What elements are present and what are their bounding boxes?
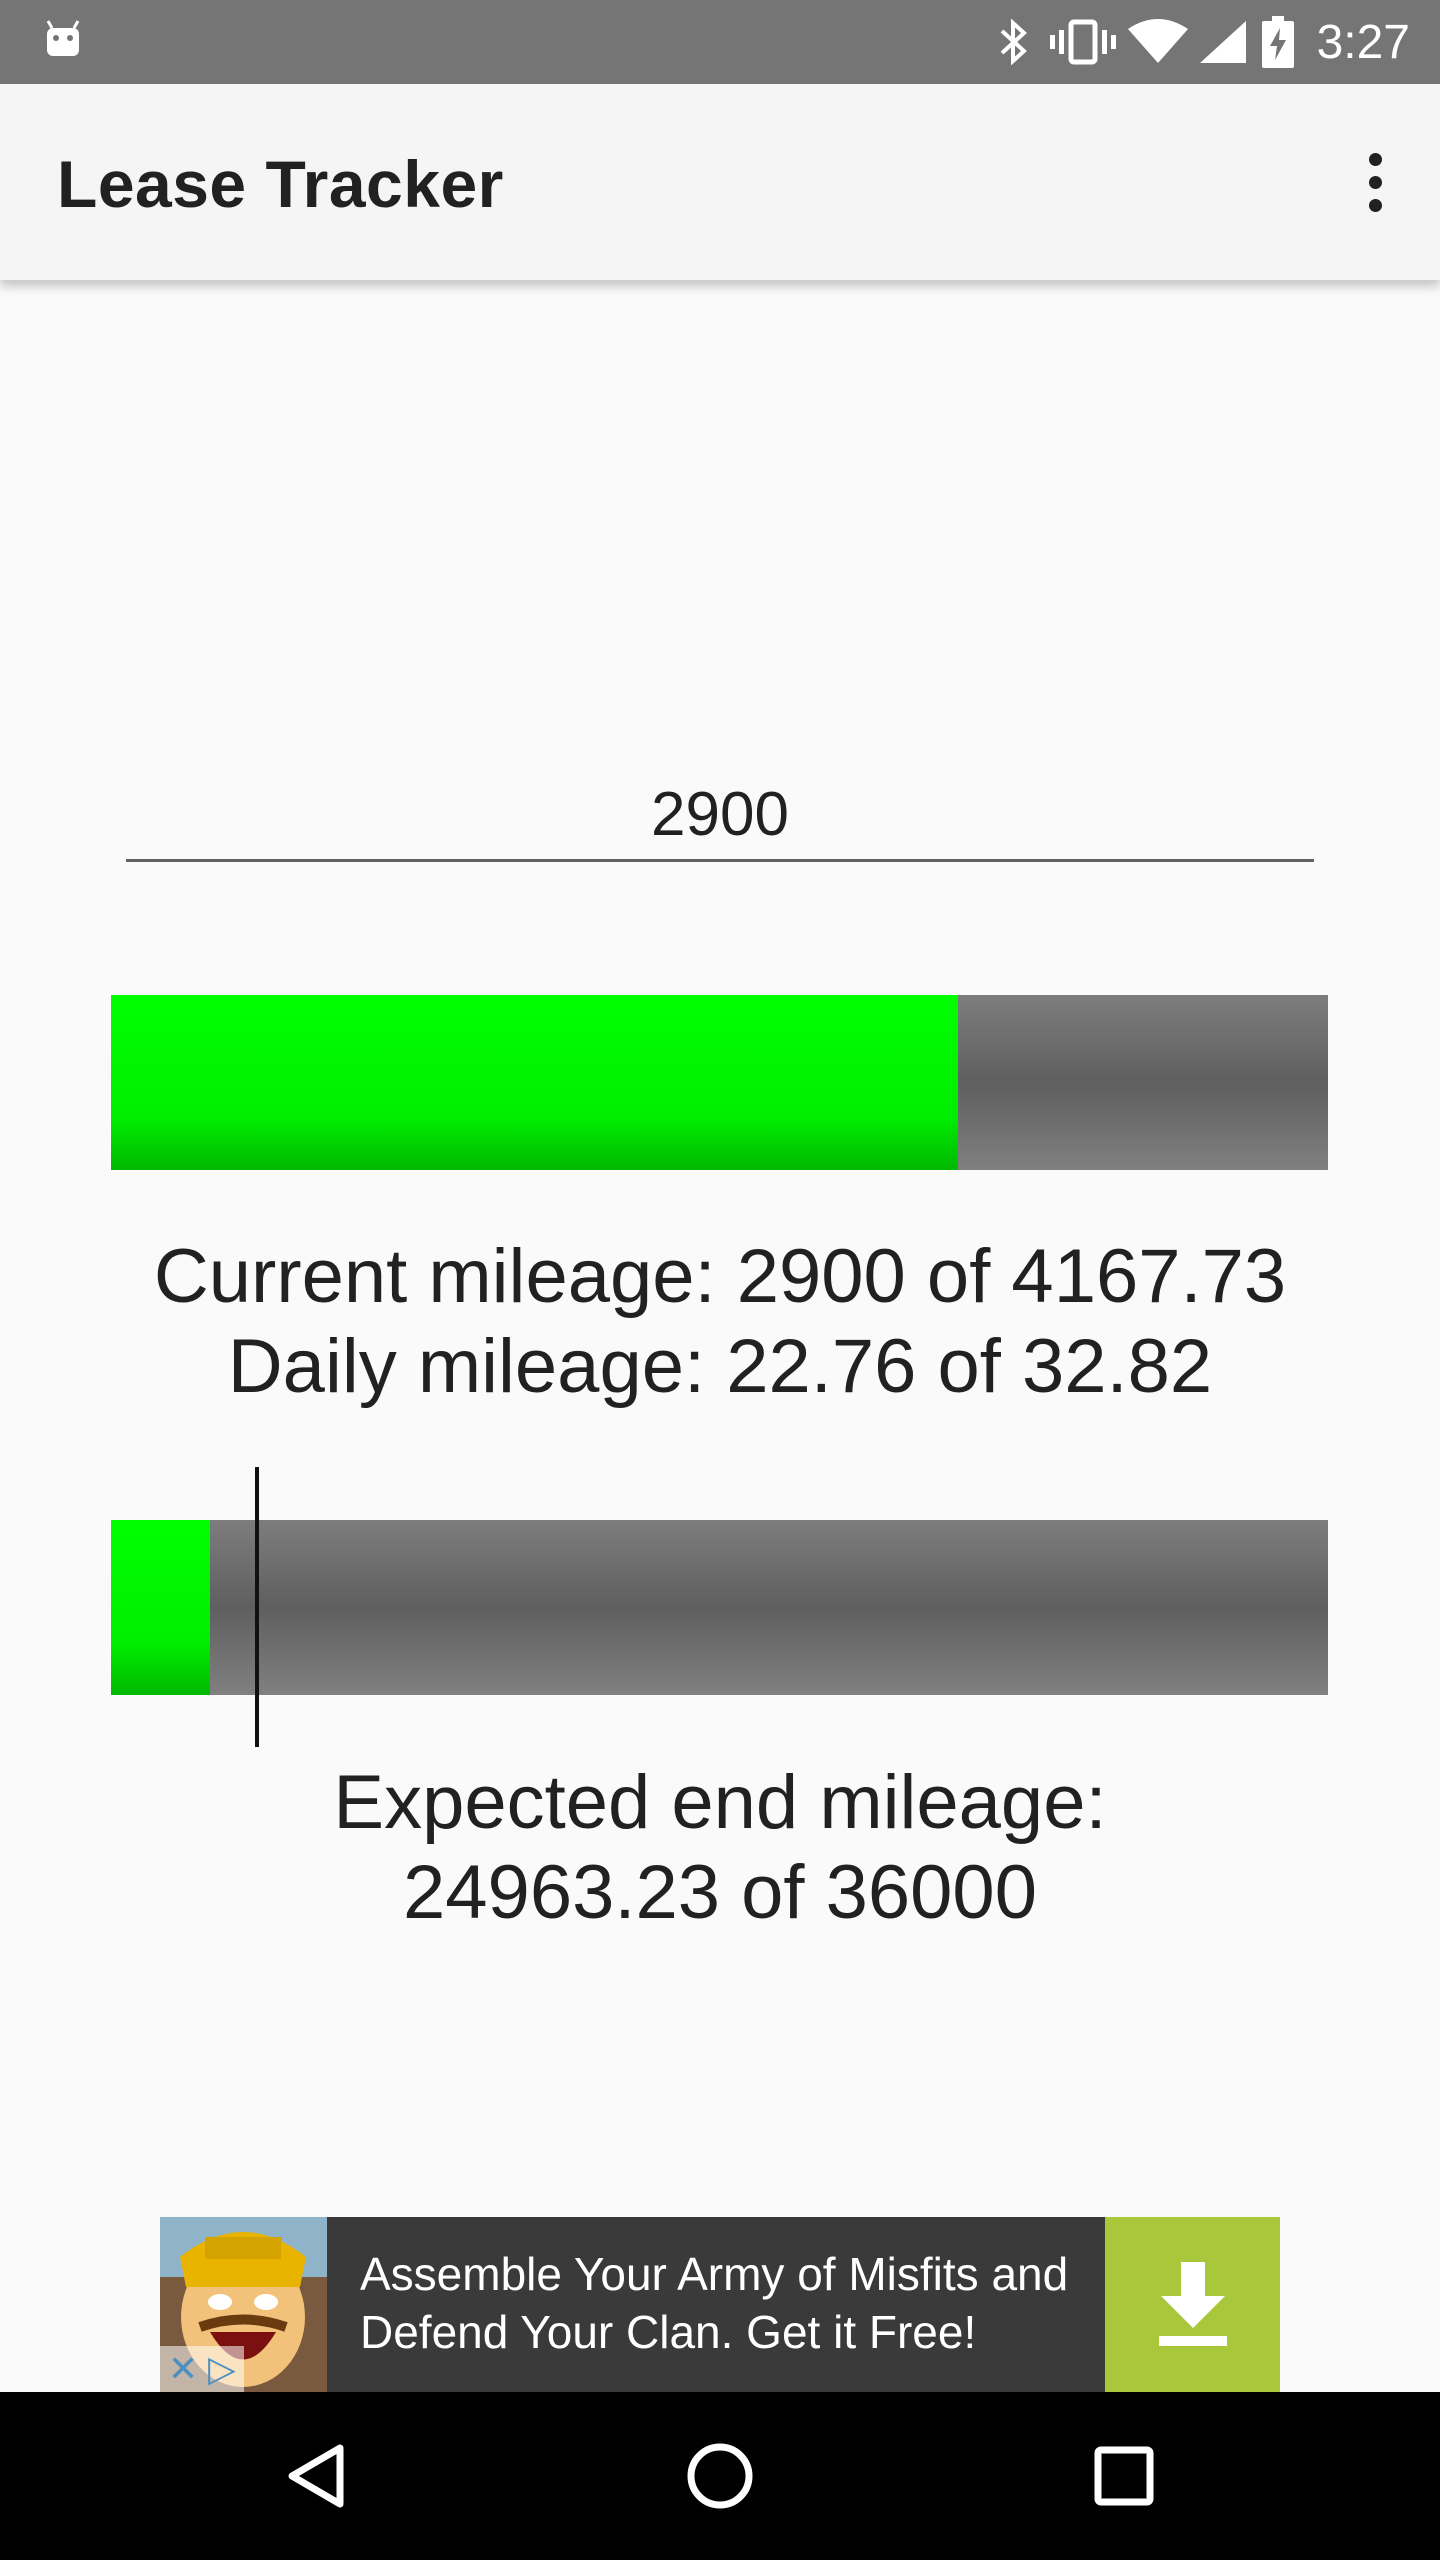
wifi-icon — [1123, 0, 1193, 84]
status-bar: 3:27 — [0, 0, 1440, 84]
signal-icon — [1193, 0, 1253, 84]
android-icon — [46, 20, 80, 56]
ad-text-line-2: Defend Your Clan. Get it Free! — [360, 2306, 977, 2358]
ad-text-line-1: Assemble Your Army of Misfits and — [360, 2248, 1069, 2300]
home-button[interactable] — [636, 2392, 804, 2560]
vibrate-icon — [1043, 0, 1123, 84]
ad-choices[interactable]: ✕ ▷ — [160, 2346, 244, 2392]
current-mileage-text: Current mileage: 2900 of 4167.73 — [153, 1234, 1287, 1319]
current-stats: Current mileage: 2900 of 4167.73 Daily m… — [0, 1232, 1440, 1412]
recents-icon — [1094, 2446, 1154, 2506]
recents-button[interactable] — [1040, 2392, 1208, 2560]
expected-progress-marker — [254, 1467, 259, 1747]
current-mileage-progress-fill — [111, 995, 959, 1170]
download-button[interactable] — [1105, 2217, 1280, 2392]
mileage-input[interactable] — [126, 770, 1314, 862]
status-icons: 3:27 — [983, 0, 1440, 84]
expected-end-label: Expected end mileage: — [333, 1760, 1107, 1845]
battery-charging-icon — [1253, 0, 1303, 84]
close-icon[interactable]: ✕ — [168, 2346, 198, 2392]
expected-stats: Expected end mileage: 24963.23 of 36000 — [0, 1758, 1440, 1938]
app-bar: Lease Tracker — [0, 84, 1440, 280]
expected-mileage-progress-fill — [111, 1520, 210, 1695]
current-mileage-progress — [111, 995, 1328, 1170]
expected-end-value: 24963.23 of 36000 — [403, 1850, 1037, 1935]
status-time: 3:27 — [1316, 15, 1410, 69]
ad-banner[interactable]: ✕ ▷ Assemble Your Army of Misfits and De… — [160, 2217, 1280, 2392]
app-title: Lease Tracker — [57, 147, 504, 221]
daily-mileage-text: Daily mileage: 22.76 of 32.82 — [227, 1324, 1213, 1409]
home-icon — [687, 2443, 753, 2509]
back-button[interactable] — [232, 2392, 400, 2560]
more-vert-icon[interactable] — [1340, 136, 1410, 228]
expected-mileage-progress — [111, 1520, 1328, 1695]
download-icon — [1158, 2261, 1227, 2346]
navigation-bar — [0, 2392, 1440, 2560]
back-icon — [288, 2444, 344, 2508]
adchoices-icon[interactable]: ▷ — [208, 2346, 236, 2392]
bluetooth-icon — [983, 0, 1043, 84]
ad-text[interactable]: Assemble Your Army of Misfits and Defend… — [360, 2245, 1080, 2361]
